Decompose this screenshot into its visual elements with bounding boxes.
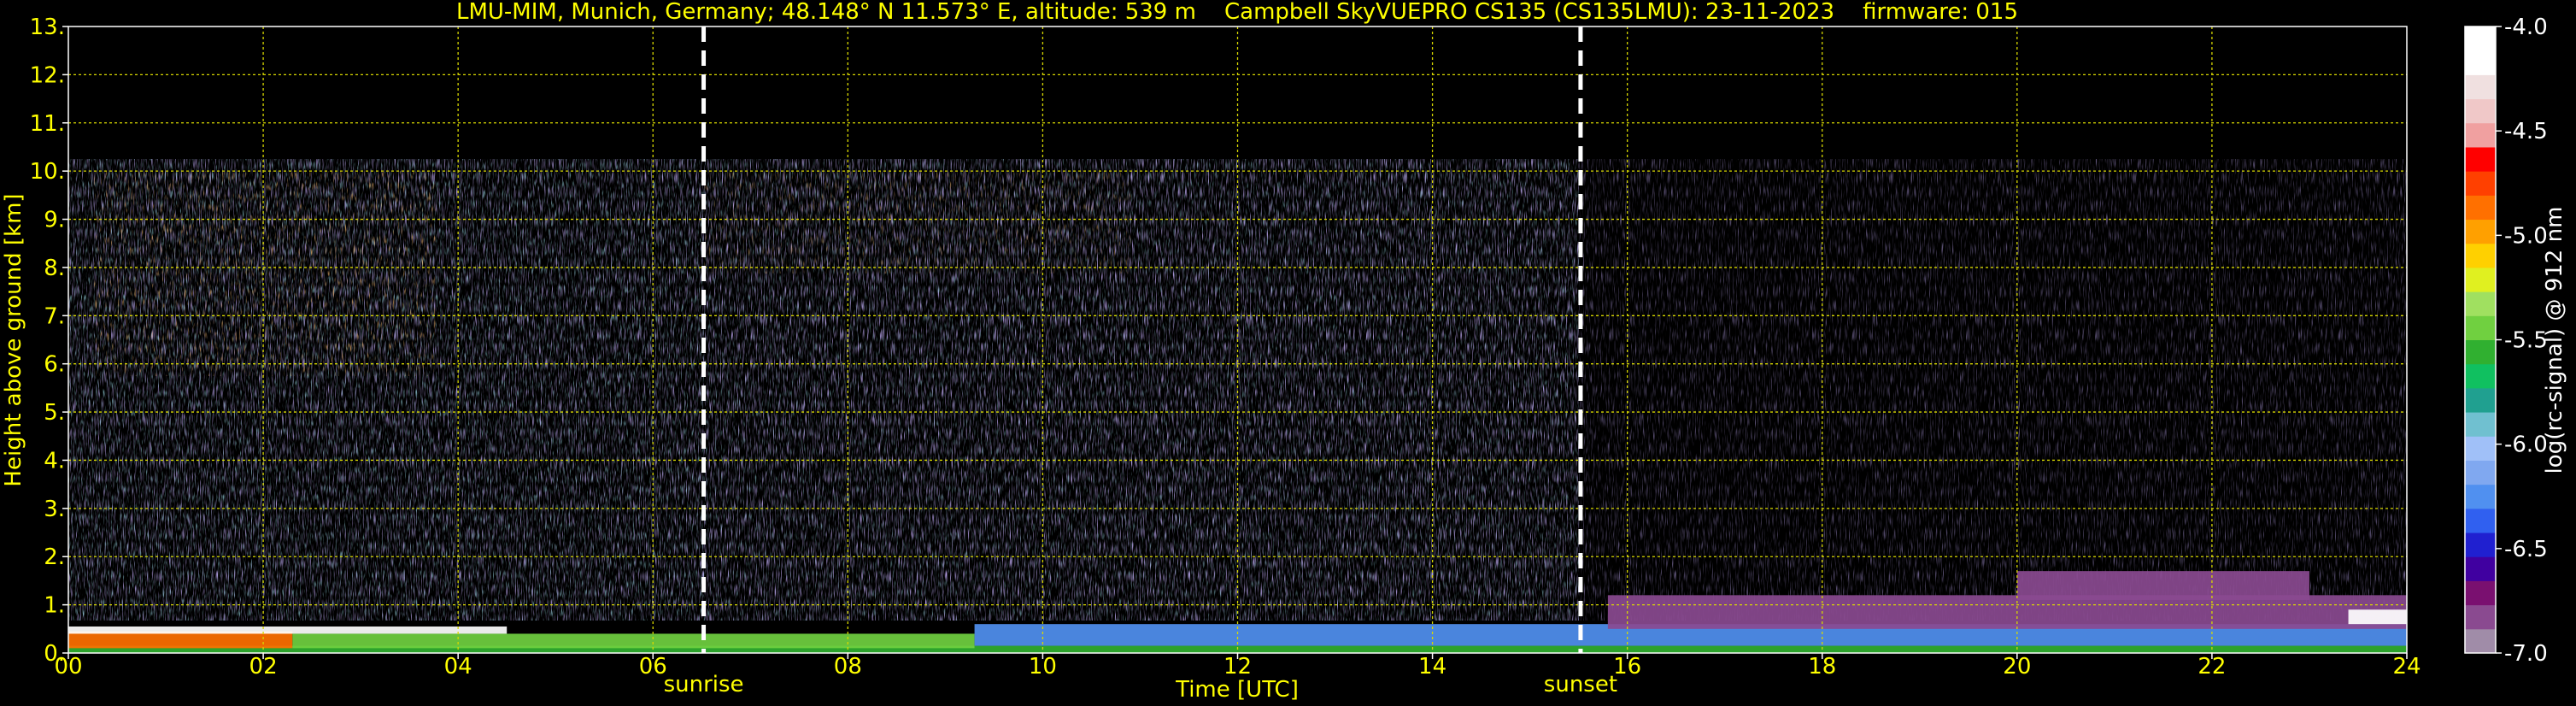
x-tick-label: 04	[444, 654, 472, 680]
x-tick-label: 22	[2198, 654, 2226, 680]
x-tick-label: 12	[1223, 654, 1252, 680]
y-tick-label: 7.	[44, 303, 65, 329]
ceilometer-figure: sunrise sunset 00 02 04 06 08 10 12 14 16 18 20 22 24…	[1, 0, 2567, 703]
colorbar-band	[2465, 50, 2496, 75]
signal-region-5	[1607, 595, 2407, 629]
x-tick-label: 08	[834, 654, 862, 680]
x-tick-label: 18	[1808, 654, 1836, 680]
x-tick-label: 06	[639, 654, 667, 680]
y-tick-label: 1.	[44, 593, 65, 619]
colorbar-band	[2465, 580, 2496, 606]
y-tick-label: 6.	[44, 352, 65, 378]
signal-region-3	[68, 626, 508, 634]
y-tick-label: 13.	[30, 15, 65, 40]
colorbar-band	[2465, 291, 2496, 316]
colorbar	[2465, 26, 2496, 654]
colorbar-band	[2465, 315, 2496, 340]
colorbar-band	[2465, 484, 2496, 509]
y-tick-label: 2.	[44, 544, 65, 570]
x-tick-label: 14	[1418, 654, 1446, 680]
colorbar-tick-label: -4.5	[2504, 119, 2548, 144]
colorbar-band	[2465, 219, 2496, 244]
chart-title: LMU-MIM, Munich, Germany; 48.148° N 11.5…	[456, 0, 2018, 25]
colorbar-band	[2465, 556, 2496, 581]
signal-region-6	[2016, 571, 2309, 600]
colorbar-band	[2465, 436, 2496, 461]
colorbar-band	[2465, 363, 2496, 389]
x-tick-label: 24	[2392, 654, 2421, 680]
colorbar-band	[2465, 195, 2496, 221]
sunrise-label: sunrise	[664, 672, 744, 697]
colorbar-band	[2465, 412, 2496, 437]
x-axis-label: Time [UTC]	[1175, 677, 1299, 703]
colorbar-tick-label: -4.0	[2504, 15, 2548, 40]
colorbar-label: log(rc-signal) @ 912 nm	[2542, 207, 2567, 474]
y-tick-label: 4.	[44, 448, 65, 474]
colorbar-band	[2465, 98, 2496, 124]
colorbar-band	[2465, 604, 2496, 630]
colorbar-tick-label: -6.5	[2504, 537, 2548, 562]
colorbar-band	[2465, 171, 2496, 196]
colorbar-band	[2465, 74, 2496, 100]
signal-region-1	[68, 631, 293, 649]
x-tick-label: 20	[2003, 654, 2031, 680]
signal-region-2	[292, 633, 975, 649]
y-tick-label: 3.	[44, 497, 65, 522]
colorbar-band	[2465, 339, 2496, 365]
signal-region-7	[2348, 609, 2407, 625]
colorbar-band	[2465, 122, 2496, 148]
x-tick-label: 02	[249, 654, 278, 680]
colorbar-band	[2465, 243, 2496, 268]
colorbar-band	[2465, 267, 2496, 292]
colorbar-band	[2465, 26, 2496, 51]
noise-speckle-evening	[1579, 159, 2407, 621]
colorbar-band	[2465, 532, 2496, 557]
y-tick-label: 12.	[30, 62, 65, 88]
noise-speckle-day-orange	[704, 171, 1131, 274]
noise-speckle-early-orange	[94, 171, 436, 376]
y-tick-label: 5.	[44, 400, 65, 426]
sunset-label: sunset	[1544, 672, 1617, 697]
colorbar-band	[2465, 460, 2496, 485]
colorbar-band	[2465, 146, 2496, 172]
y-tick-label: 0.	[44, 641, 65, 667]
colorbar-tick-label: -7.0	[2504, 641, 2548, 667]
colorbar-band	[2465, 387, 2496, 413]
x-tick-label: 16	[1613, 654, 1641, 680]
y-tick-label: 8.	[44, 256, 65, 281]
colorbar-band	[2465, 508, 2496, 533]
y-axis-label: Height above ground [km]	[1, 193, 26, 486]
y-tick-label: 11.	[30, 111, 65, 137]
y-tick-label: 10.	[30, 159, 65, 185]
colorbar-band	[2465, 628, 2496, 654]
y-tick-label: 9.	[44, 208, 65, 233]
x-tick-label: 10	[1029, 654, 1057, 680]
